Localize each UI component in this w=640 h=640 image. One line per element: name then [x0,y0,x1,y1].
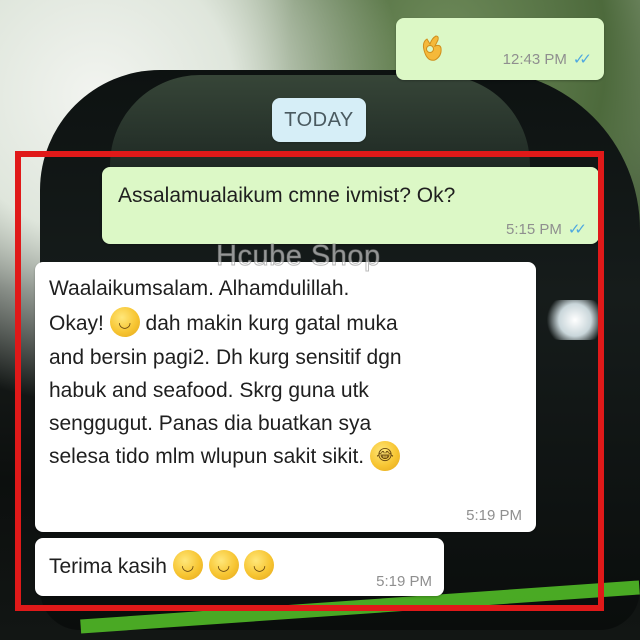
message-line: Terima kasih ◡ ◡ ◡ [49,550,275,582]
message-bubble-outgoing[interactable]: Assalamualaikum cmne ivmist? Ok? 5:15 PM… [102,167,599,244]
message-line: Okay! ◡ dah makin kurg gatal muka [49,307,402,339]
smiling-face-icon: ◡ [244,550,275,581]
message-time: 5:15 PM [505,220,562,238]
message-bubble-incoming[interactable]: Waalaikumsalam. Alhamdulillah. Okay! ◡ d… [35,262,536,532]
tears-of-joy-icon: 😂 [369,440,400,471]
message-line: Waalaikumsalam. Alhamdulillah. [49,277,350,300]
read-ticks-icon: ✓✓ [572,51,592,68]
date-divider: TODAY [272,98,366,142]
smiling-face-icon: ◡ [172,550,203,581]
message-bubble-incoming[interactable]: Terima kasih ◡ ◡ ◡ 5:19 PM [35,538,444,596]
message-line: habuk and seafood. Skrg guna utk [49,379,369,403]
message-text: Assalamualaikum cmne ivmist? Ok? [118,184,456,207]
message-line-part: selesa tido mlm wlupun sakit sikit. [49,445,365,469]
message-time: 12:43 PM [502,50,567,68]
message-time: 5:19 PM [376,573,432,590]
message-line-part: dah makin kurg gatal muka [145,312,398,335]
message-line: senggugut. Panas dia buatkan sya [49,412,372,436]
smiling-face-icon: ◡ [208,550,239,581]
message-text: Terima kasih [49,555,167,578]
smiling-face-icon: ◡ [109,307,140,338]
car-headlight [540,300,610,340]
ok-hand-icon [418,30,446,64]
message-time: 5:19 PM [466,507,522,524]
message-line: and bersin pagi2. Dh kurg sensitif dgn [49,346,402,370]
message-line: selesa tido mlm wlupun sakit sikit. 😂 [49,440,402,472]
read-ticks-icon: ✓✓ [567,221,587,238]
message-bubble-outgoing-ok[interactable]: 12:43 PM ✓✓ [396,18,604,80]
message-line-part: Okay! [49,312,104,335]
message-body: Waalaikumsalam. Alhamdulillah. Okay! ◡ d… [49,274,402,473]
